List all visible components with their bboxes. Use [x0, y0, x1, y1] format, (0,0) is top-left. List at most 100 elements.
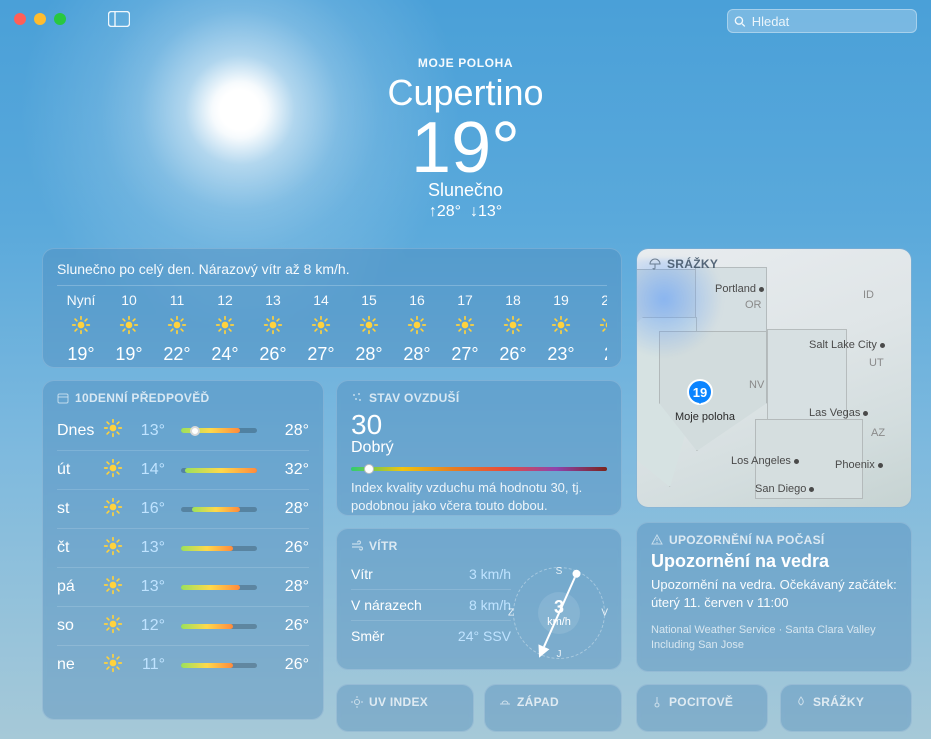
wind-row: Směr24° SSV	[351, 621, 511, 651]
high-temp: 26°	[265, 539, 309, 557]
toggle-sidebar-button[interactable]	[108, 10, 130, 28]
hour-temp: 27°	[441, 344, 489, 365]
hourly-summary: Slunečno po celý den. Nárazový vítr až 8…	[57, 261, 607, 286]
temp-range-bar	[181, 507, 257, 512]
wind-card[interactable]: VÍTR Vítr3 km/hV nárazech8 km/hSměr24° S…	[336, 528, 622, 670]
wind-icon	[351, 540, 363, 552]
alert-source: National Weather Service · Santa Clara V…	[651, 623, 897, 653]
sun-icon	[103, 497, 133, 522]
my-location-pin-label: Moje poloha	[675, 411, 735, 423]
uv-index-tile[interactable]: UV INDEX	[336, 684, 474, 732]
day-label: st	[57, 500, 103, 518]
hour-cell: 1628°	[393, 292, 441, 365]
fullscreen-window-button[interactable]	[54, 13, 66, 25]
hour-cell: 1326°	[249, 292, 297, 365]
hourly-forecast-card[interactable]: Slunečno po celý den. Nárazový vítr až 8…	[42, 248, 622, 368]
hour-cell: 11 22°	[153, 292, 201, 365]
sun-icon	[103, 536, 133, 561]
high-low: ↑28° ↓13°	[0, 203, 931, 221]
high-temp: 26°	[265, 617, 309, 635]
map-state-label: OR	[745, 299, 762, 311]
forecast-row[interactable]: Dnes13°28°	[57, 411, 309, 450]
search-input[interactable]	[752, 14, 910, 29]
map-city-label: San Diego	[755, 483, 814, 495]
sun-icon	[249, 314, 297, 336]
hour-cell: 1427°	[297, 292, 345, 365]
aqi-scale	[351, 467, 607, 471]
alert-header: UPOZORNĚNÍ NA POČASÍ	[651, 533, 897, 547]
hour-temp: 2	[585, 344, 607, 365]
temp-range-bar	[181, 546, 257, 551]
my-location-pin[interactable]: 19	[687, 379, 713, 405]
ten-day-header: 10DENNÍ PŘEDPOVĚĎ	[57, 391, 309, 405]
forecast-row[interactable]: čt13°26°	[57, 528, 309, 567]
hour-label: 11	[153, 292, 201, 308]
sun-icon	[537, 314, 585, 336]
map-canvas[interactable]: PortlandSalt Lake CityLas VegasLos Angel…	[637, 249, 911, 507]
sun-icon	[201, 314, 249, 336]
search-icon	[734, 15, 746, 28]
hour-temp: 22°	[153, 344, 201, 365]
sun-icon	[351, 696, 363, 708]
precipitation-tile[interactable]: SRÁŽKY	[780, 684, 912, 732]
high-temp: 26°	[265, 656, 309, 674]
day-label: Dnes	[57, 422, 103, 440]
map-state-label: NV	[749, 379, 764, 391]
sun-icon	[489, 314, 537, 336]
low-temp: 13°	[133, 539, 173, 557]
sun-icon	[297, 314, 345, 336]
low-temp: 12°	[133, 617, 173, 635]
hour-temp: 24°	[201, 344, 249, 365]
ten-day-forecast-card[interactable]: 10DENNÍ PŘEDPOVĚĎ Dnes13°28°út14°32°st16…	[42, 380, 324, 720]
sun-icon	[103, 614, 133, 639]
temp-range-bar	[181, 624, 257, 629]
hour-temp: 19°	[57, 344, 105, 365]
drop-icon	[795, 696, 807, 708]
hour-label: 15	[345, 292, 393, 308]
forecast-row[interactable]: so12°26°	[57, 606, 309, 645]
hour-label: 12	[201, 292, 249, 308]
location-eyebrow: MOJE POLOHA	[0, 56, 931, 70]
hour-label: 16	[393, 292, 441, 308]
close-window-button[interactable]	[14, 13, 26, 25]
sun-icon	[57, 314, 105, 336]
forecast-row[interactable]: pá13°28°	[57, 567, 309, 606]
current-temperature: 19°	[0, 112, 931, 184]
weather-alert-card[interactable]: UPOZORNĚNÍ NA POČASÍ Upozornění na vedra…	[636, 522, 912, 672]
precipitation-map-card[interactable]: SRÁŽKY PortlandSalt Lake CityLas VegasLo…	[636, 248, 912, 508]
warning-icon	[651, 534, 663, 546]
window-traffic-lights	[14, 13, 66, 25]
air-quality-card[interactable]: STAV OVZDUŠÍ 30 Dobrý Index kvality vzdu…	[336, 380, 622, 516]
hour-temp: 26°	[489, 344, 537, 365]
sun-icon	[103, 575, 133, 600]
sun-icon	[393, 314, 441, 336]
forecast-row[interactable]: st16°28°	[57, 489, 309, 528]
hour-temp: 28°	[345, 344, 393, 365]
map-city-label: Phoenix	[835, 459, 883, 471]
map-header: SRÁŽKY	[649, 257, 718, 271]
sun-icon	[441, 314, 489, 336]
forecast-row[interactable]: ne11°26°	[57, 645, 309, 684]
sunset-tile[interactable]: ZÁPAD	[484, 684, 622, 732]
map-state-label: UT	[869, 357, 884, 369]
hour-cell: Nyní19°	[57, 292, 105, 365]
hour-label: 10	[105, 292, 153, 308]
wind-compass: S J V Z 3 km/h	[513, 567, 605, 659]
temp-range-bar	[181, 663, 257, 668]
umbrella-icon	[649, 258, 661, 270]
search-field[interactable]	[727, 9, 917, 33]
hour-cell: 1019°	[105, 292, 153, 365]
temp-range-bar	[181, 468, 257, 473]
feels-like-tile[interactable]: POCITOVĚ	[636, 684, 768, 732]
forecast-row[interactable]: út14°32°	[57, 450, 309, 489]
high-temp: 32°	[265, 461, 309, 479]
sun-icon	[585, 314, 607, 336]
hour-cell: 17 27°	[441, 292, 489, 365]
low-temp: 14°	[133, 461, 173, 479]
map-city-label: Las Vegas	[809, 407, 868, 419]
aqi-description: Index kvality vzduchu má hodnotu 30, tj.…	[351, 479, 607, 514]
map-city-label: Portland	[715, 283, 764, 295]
wind-header: VÍTR	[351, 539, 607, 553]
minimize-window-button[interactable]	[34, 13, 46, 25]
hour-label: 17	[441, 292, 489, 308]
